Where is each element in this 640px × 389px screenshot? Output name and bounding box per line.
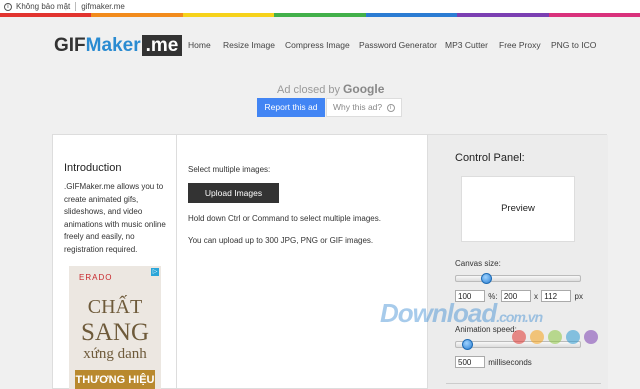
- logo-me: .me: [141, 35, 183, 56]
- watermark-domain: .com.vn: [496, 309, 543, 325]
- site-logo[interactable]: GIFMaker .me: [54, 35, 183, 57]
- watermark-dot: [530, 330, 544, 344]
- ad-headline-4: THƯƠNG HIỆU: [75, 370, 155, 389]
- nav-home[interactable]: Home: [188, 40, 211, 50]
- canvas-size-slider-thumb[interactable]: [481, 273, 492, 284]
- nav-compress-image[interactable]: Compress Image: [285, 40, 350, 50]
- watermark-dot: [584, 330, 598, 344]
- color-strip: [0, 13, 640, 17]
- info-icon: i: [386, 103, 395, 112]
- security-text: Không bảo mật: [16, 2, 71, 11]
- watermark-dot: [566, 330, 580, 344]
- multi-select-hint: Hold down Ctrl or Command to select mult…: [188, 214, 381, 223]
- strip-segment: [91, 13, 183, 17]
- speed-input[interactable]: [455, 356, 485, 368]
- control-divider: [446, 383, 601, 384]
- info-icon[interactable]: i: [4, 2, 12, 11]
- control-panel: Control Panel: Preview Canvas size: %: x…: [427, 135, 608, 389]
- px-unit: px: [574, 291, 583, 301]
- watermark-text: Download: [380, 298, 497, 328]
- nav-password-generator[interactable]: Password Generator: [359, 40, 437, 50]
- why-this-ad-label: Why this ad?: [333, 102, 383, 112]
- milliseconds-unit: milliseconds: [488, 357, 532, 367]
- canvas-height-input[interactable]: [541, 290, 572, 302]
- download-watermark: Download.com.vn: [380, 298, 543, 329]
- ad-headline-2: SANG: [80, 319, 150, 346]
- intro-column: Introduction .GIFMaker.me allows you to …: [53, 135, 177, 389]
- report-ad-button[interactable]: Report this ad: [257, 98, 325, 117]
- address-divider: [75, 2, 77, 11]
- why-this-ad-button[interactable]: Why this ad? i: [326, 98, 402, 117]
- ad-choices-icon[interactable]: ▷: [151, 268, 159, 276]
- intro-title: Introduction: [64, 162, 122, 174]
- strip-segment: [457, 13, 549, 17]
- logo-maker: Maker: [85, 35, 141, 56]
- logo-gif: GIF: [54, 35, 86, 56]
- intro-text: .GIFMaker.me allows you to create animat…: [64, 182, 166, 254]
- animation-speed-row: milliseconds: [455, 356, 533, 368]
- animation-speed-slider-thumb[interactable]: [462, 339, 473, 350]
- strip-segment: [274, 13, 366, 17]
- url-text[interactable]: gifmaker.me: [81, 2, 125, 11]
- canvas-size-label: Canvas size:: [455, 259, 501, 268]
- upload-images-button[interactable]: Upload Images: [188, 183, 279, 203]
- watermark-dot: [548, 330, 562, 344]
- ad-brand: ERADO: [79, 273, 113, 282]
- ad-closed-notice: Ad closed by Google: [277, 82, 384, 96]
- side-advertisement[interactable]: ERADO ▷ CHẤT SANG xứng danh THƯƠNG HIỆU: [69, 266, 161, 389]
- main-panel: Introduction .GIFMaker.me allows you to …: [52, 134, 608, 389]
- ad-headline-3: xứng danh: [83, 346, 147, 362]
- ad-closed-text: Ad closed by: [277, 84, 340, 96]
- google-wordmark: Google: [343, 82, 385, 96]
- nav-resize-image[interactable]: Resize Image: [223, 40, 275, 50]
- upload-limit-hint: You can upload up to 300 JPG, PNG or GIF…: [188, 236, 374, 245]
- ad-headline-1: CHẤT: [87, 296, 143, 318]
- strip-segment: [0, 13, 92, 17]
- address-bar[interactable]: i Không bảo mật gifmaker.me: [0, 0, 640, 13]
- strip-segment: [365, 13, 458, 17]
- preview-button[interactable]: Preview: [461, 176, 575, 242]
- canvas-size-slider[interactable]: [455, 273, 581, 284]
- select-images-label: Select multiple images:: [188, 165, 271, 174]
- nav-png-to-ico[interactable]: PNG to ICO: [551, 40, 596, 50]
- nav-free-proxy[interactable]: Free Proxy: [499, 40, 541, 50]
- control-panel-title: Control Panel:: [455, 152, 525, 164]
- nav-mp3-cutter[interactable]: MP3 Cutter: [445, 40, 488, 50]
- strip-segment: [548, 13, 640, 17]
- watermark-dot: [512, 330, 526, 344]
- strip-segment: [182, 13, 275, 17]
- upload-column: Select multiple images: Upload Images Ho…: [177, 135, 427, 389]
